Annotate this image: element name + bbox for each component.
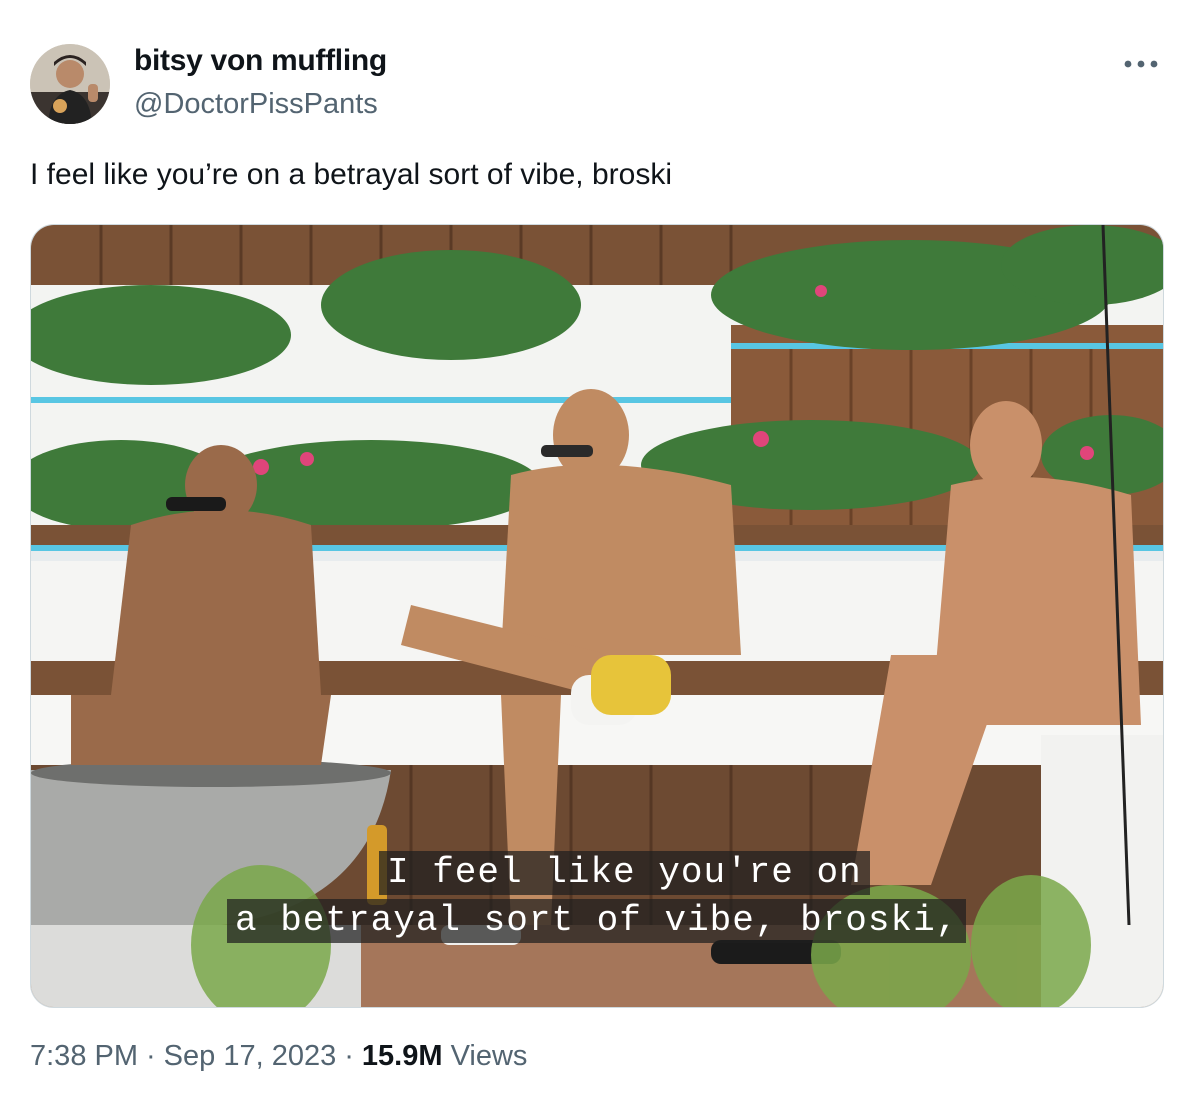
separator-dot: · xyxy=(146,1040,156,1072)
subtitle-line-1: I feel like you're on xyxy=(379,851,870,895)
separator-dot: · xyxy=(344,1040,354,1072)
more-horizontal-icon xyxy=(1124,60,1158,68)
avatar[interactable] xyxy=(30,44,110,124)
tweet-text: I feel like you’re on a betrayal sort of… xyxy=(30,158,672,191)
tweet-media-image[interactable]: I feel like you're on a betrayal sort of… xyxy=(30,224,1164,1008)
tweet-date[interactable]: Sep 17, 2023 xyxy=(164,1040,337,1072)
subtitle-line-2: a betrayal sort of vibe, broski, xyxy=(227,899,967,943)
views-label: Views xyxy=(450,1040,528,1072)
more-options-button[interactable] xyxy=(1116,48,1166,80)
views-count: 15.9M xyxy=(361,1040,443,1072)
tweet-time[interactable]: 7:38 PM xyxy=(30,1040,138,1072)
author-handle[interactable]: @DoctorPissPants xyxy=(134,88,378,121)
tweet-meta: 7:38 PM · Sep 17, 2023 · 15.9M Views xyxy=(30,1040,527,1073)
author-display-name[interactable]: bitsy von muffling xyxy=(134,44,387,78)
tweet-card: bitsy von muffling @DoctorPissPants I fe… xyxy=(0,0,1198,1112)
